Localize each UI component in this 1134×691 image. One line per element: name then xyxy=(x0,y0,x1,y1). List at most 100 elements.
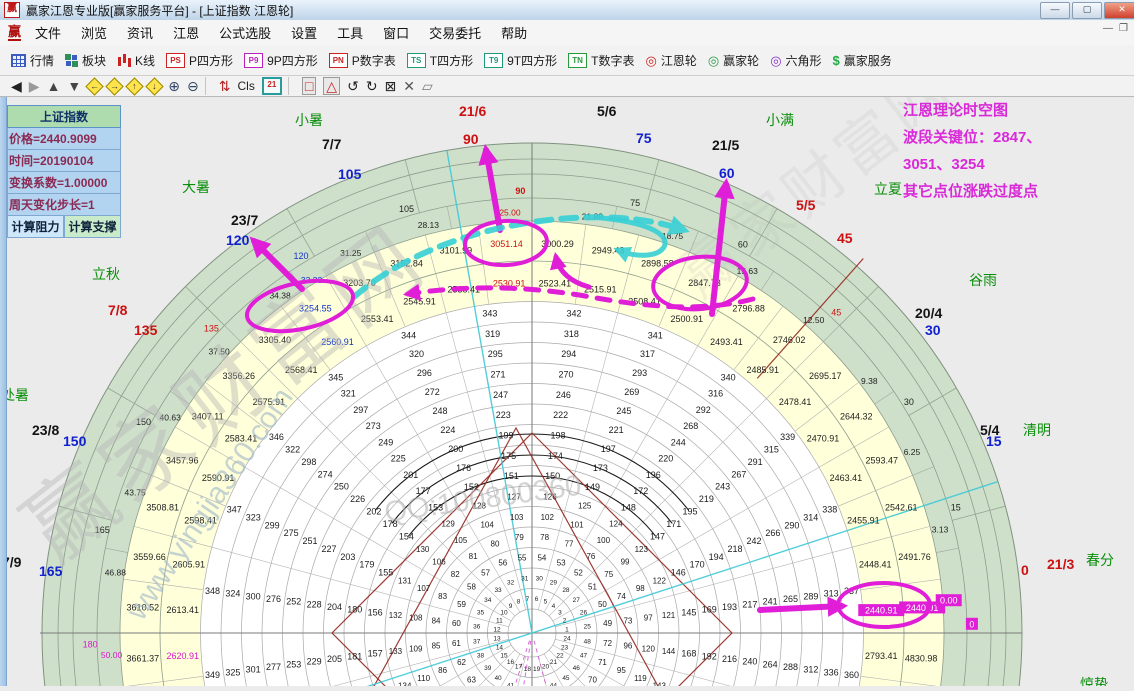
toolbar-item-label: P数字表 xyxy=(352,52,396,69)
svg-text:2463.41: 2463.41 xyxy=(830,473,863,483)
svg-text:74: 74 xyxy=(617,592,626,601)
draw-square-tool[interactable]: □ xyxy=(302,77,316,95)
calc-support-button[interactable]: 计算支撑 xyxy=(64,216,121,238)
svg-text:5/6: 5/6 xyxy=(597,103,617,119)
svg-text:106: 106 xyxy=(432,558,446,567)
svg-text:清明: 清明 xyxy=(1023,422,1051,438)
toolbar-item-T数字表[interactable]: TNT数字表 xyxy=(568,52,634,69)
svg-text:75: 75 xyxy=(636,130,652,146)
svg-text:300: 300 xyxy=(246,591,261,601)
toolbar-item-板块[interactable]: 板块 xyxy=(65,52,106,69)
svg-text:2746.02: 2746.02 xyxy=(773,335,806,345)
svg-text:23: 23 xyxy=(561,644,569,651)
rotate-cw-icon[interactable]: ↻ xyxy=(366,77,378,95)
panel-row-4: 周天变化步长=1 xyxy=(7,194,121,216)
draw-triangle-tool[interactable]: △ xyxy=(323,77,340,95)
toolbar-item-P数字表[interactable]: PNP数字表 xyxy=(329,52,396,69)
svg-text:277: 277 xyxy=(266,662,281,672)
menu-item-2[interactable]: 浏览 xyxy=(71,23,117,42)
shrink-arrows-icon[interactable]: ✕ xyxy=(403,77,415,95)
window-left-border xyxy=(0,20,7,686)
maximize-button[interactable]: ▢ xyxy=(1072,2,1102,19)
menu-item-3[interactable]: 资讯 xyxy=(117,23,163,42)
zoom-out-icon[interactable]: ⊖ xyxy=(187,77,199,95)
minimize-button[interactable]: — xyxy=(1040,2,1070,19)
updown-arrows-icon[interactable]: ⇅ xyxy=(219,77,231,95)
svg-text:21/5: 21/5 xyxy=(712,137,739,153)
svg-text:154: 154 xyxy=(399,532,414,542)
gann-annotation-text: 江恩理论时空图波段关键位：2847、3051、3254其它点位涨跌过度点 xyxy=(903,97,1133,205)
menu-item-10[interactable]: 帮助 xyxy=(491,23,537,42)
svg-text:73: 73 xyxy=(623,616,632,625)
menu-item-5[interactable]: 公式选股 xyxy=(209,23,281,42)
diamond-left-icon[interactable]: ← xyxy=(86,77,104,95)
svg-text:2593.47: 2593.47 xyxy=(866,456,899,466)
menu-item-8[interactable]: 窗口 xyxy=(373,23,419,42)
mdi-restore-button[interactable]: ❐ xyxy=(1119,23,1128,34)
diamond-right-icon[interactable]: → xyxy=(106,77,124,95)
svg-text:313: 313 xyxy=(824,589,839,599)
svg-text:22: 22 xyxy=(556,652,564,659)
svg-text:297: 297 xyxy=(353,405,368,415)
toolbar-item-9T四方形[interactable]: T99T四方形 xyxy=(484,52,557,69)
svg-text:342: 342 xyxy=(567,309,582,319)
toolbar-item-六角形[interactable]: ◎六角形 xyxy=(770,52,821,69)
svg-text:145: 145 xyxy=(681,607,696,617)
menu-item-7[interactable]: 工具 xyxy=(327,23,373,42)
svg-text:319: 319 xyxy=(485,329,500,339)
svg-text:21: 21 xyxy=(550,659,558,666)
toolbar-item-9P四方形[interactable]: P99P四方形 xyxy=(244,52,318,69)
svg-text:146: 146 xyxy=(671,567,686,577)
menu-item-6[interactable]: 设置 xyxy=(281,23,327,42)
svg-text:122: 122 xyxy=(653,576,667,585)
svg-text:45: 45 xyxy=(831,307,841,317)
triangle-down-icon[interactable]: ▼ xyxy=(67,77,81,95)
svg-text:325: 325 xyxy=(225,667,240,677)
svg-text:2493.41: 2493.41 xyxy=(710,337,743,347)
nav-right-icon[interactable]: ▶ xyxy=(29,77,40,95)
toolbar-item-行情[interactable]: 行情 xyxy=(11,52,54,69)
rotate-ccw-icon[interactable]: ↺ xyxy=(347,77,359,95)
svg-text:81: 81 xyxy=(469,552,478,561)
svg-text:103: 103 xyxy=(510,513,524,522)
svg-text:316: 316 xyxy=(708,389,723,399)
calendar-icon[interactable]: 21 xyxy=(262,77,282,95)
toolbar-item-K线[interactable]: K线 xyxy=(117,52,155,69)
clip-tool-icon[interactable]: ▱ xyxy=(422,77,433,95)
triangle-up-icon[interactable]: ▲ xyxy=(47,77,61,95)
calc-resistance-button[interactable]: 计算阻力 xyxy=(7,216,64,238)
svg-text:229: 229 xyxy=(307,657,322,667)
mdi-minimize-button[interactable]: — xyxy=(1103,23,1113,34)
toolbar-item-P四方形[interactable]: PSP四方形 xyxy=(166,52,233,69)
nav-left-icon[interactable]: ◀ xyxy=(11,77,22,95)
zoom-in-icon[interactable]: ⊕ xyxy=(168,77,180,95)
annotation-line: 3051、3254 xyxy=(903,151,1133,178)
svg-text:169: 169 xyxy=(702,605,717,615)
toolbar-item-赢家服务[interactable]: $赢家服务 xyxy=(833,52,892,69)
toolbar-item-T四方形[interactable]: TST四方形 xyxy=(407,52,473,69)
box-x-icon[interactable]: ⊠ xyxy=(385,77,397,95)
svg-text:15: 15 xyxy=(951,502,961,512)
svg-text:170: 170 xyxy=(690,560,705,570)
svg-text:218: 218 xyxy=(728,544,743,554)
svg-text:347: 347 xyxy=(227,505,242,515)
diamond-down-icon[interactable]: ↓ xyxy=(146,77,164,95)
toolbar-item-江恩轮[interactable]: ◎江恩轮 xyxy=(645,52,696,69)
close-button[interactable]: ✕ xyxy=(1104,2,1134,19)
menu-bar: 赢 文件浏览资讯江恩公式选股设置工具窗口交易委托帮助 — ❐ xyxy=(0,20,1134,46)
svg-text:198: 198 xyxy=(550,430,565,440)
menu-item-1[interactable]: 文件 xyxy=(25,23,71,42)
toolbar-item-赢家轮[interactable]: ◎赢家轮 xyxy=(708,52,759,69)
toolbar-item-label: T四方形 xyxy=(430,52,473,69)
diamond-up-icon[interactable]: ↑ xyxy=(126,77,144,95)
menu-item-4[interactable]: 江恩 xyxy=(163,23,209,42)
svg-text:216: 216 xyxy=(722,654,737,664)
svg-text:131: 131 xyxy=(398,576,412,585)
svg-text:317: 317 xyxy=(640,349,655,359)
svg-text:241: 241 xyxy=(763,597,778,607)
svg-text:292: 292 xyxy=(696,405,711,415)
svg-text:320: 320 xyxy=(409,349,424,359)
menu-item-9[interactable]: 交易委托 xyxy=(419,23,491,42)
svg-text:121: 121 xyxy=(662,611,676,620)
cls-button[interactable]: Cls xyxy=(237,77,254,95)
